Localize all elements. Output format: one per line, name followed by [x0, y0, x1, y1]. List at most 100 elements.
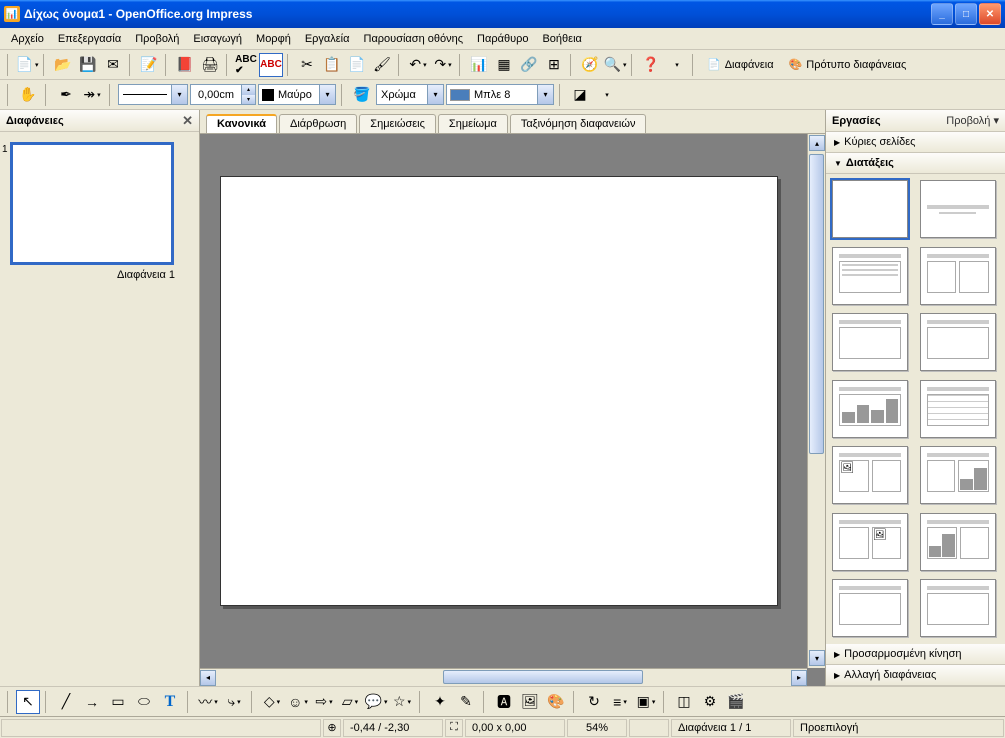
- gluepoints-tool[interactable]: ✎: [454, 690, 478, 714]
- fill-bucket-icon[interactable]: 🪣: [350, 83, 374, 107]
- fill-color-combo[interactable]: Μπλε 8 ▾: [446, 84, 554, 105]
- close-button[interactable]: ✕: [979, 3, 1001, 25]
- slide-button[interactable]: 📄Διαφάνεια: [700, 53, 781, 77]
- undo-button[interactable]: ↶▾: [406, 53, 430, 77]
- menu-tools[interactable]: Εργαλεία: [298, 31, 357, 47]
- tab-handout[interactable]: Σημείωμα: [438, 114, 508, 133]
- rotate-tool[interactable]: ↻: [582, 690, 606, 714]
- zoom-button[interactable]: 🔍▾: [603, 53, 627, 77]
- layout-object[interactable]: [920, 313, 996, 371]
- hyperlink-button[interactable]: 🔗: [517, 53, 541, 77]
- open-button[interactable]: 📂: [51, 53, 75, 77]
- curve-tool[interactable]: 〰▾: [196, 690, 220, 714]
- layout-more-1[interactable]: [832, 579, 908, 637]
- arrange-tool[interactable]: ▣▾: [634, 690, 658, 714]
- print-button[interactable]: 🖨: [198, 53, 222, 77]
- block-arrows-tool[interactable]: ⇨▾: [312, 690, 336, 714]
- interaction-tool[interactable]: ⚙: [698, 690, 722, 714]
- menu-view[interactable]: Προβολή: [128, 31, 186, 47]
- toolbar-more[interactable]: ▾: [594, 83, 618, 107]
- from-file-tool[interactable]: 🖼: [518, 690, 542, 714]
- new-button[interactable]: 📄▾: [15, 53, 39, 77]
- line-style-combo[interactable]: ▾: [118, 84, 188, 105]
- animation-tool[interactable]: 🎬: [724, 690, 748, 714]
- vertical-scrollbar[interactable]: ▴ ▾: [807, 134, 825, 668]
- grid-button[interactable]: ⊞: [542, 53, 566, 77]
- section-layouts[interactable]: Διατάξεις: [826, 153, 1005, 174]
- callout-tool[interactable]: 💬▾: [364, 690, 388, 714]
- autospellcheck-button[interactable]: ABC: [259, 53, 283, 77]
- cut-button[interactable]: ✂: [295, 53, 319, 77]
- menu-window[interactable]: Παράθυρο: [470, 31, 535, 47]
- slides-panel-close-icon[interactable]: ✕: [182, 113, 193, 129]
- shadow-button[interactable]: ◪: [568, 83, 592, 107]
- chart-button[interactable]: 📊: [467, 53, 491, 77]
- menu-edit[interactable]: Επεξεργασία: [51, 31, 128, 47]
- copy-button[interactable]: 📋: [320, 53, 344, 77]
- extrusion-tool[interactable]: ◫: [672, 690, 696, 714]
- section-master-pages[interactable]: Κύριες σελίδες: [826, 132, 1005, 153]
- navigator-button[interactable]: 🧭: [578, 53, 602, 77]
- dropdown-more[interactable]: ▾: [664, 53, 688, 77]
- layout-chart-text[interactable]: [920, 513, 996, 571]
- align-tool[interactable]: ≡▾: [608, 690, 632, 714]
- slide-thumbnail-1[interactable]: 1: [10, 142, 189, 265]
- arrow-tool[interactable]: →: [80, 690, 104, 714]
- text-tool[interactable]: T: [158, 690, 182, 714]
- redo-button[interactable]: ↷▾: [431, 53, 455, 77]
- fill-type-combo[interactable]: Χρώμα ▾: [376, 84, 444, 105]
- stars-tool[interactable]: ☆▾: [390, 690, 414, 714]
- select-tool[interactable]: ↖: [16, 690, 40, 714]
- arrow-end-button[interactable]: ↠▾: [80, 83, 104, 107]
- line-width-spinbox[interactable]: ▴▾: [190, 84, 256, 105]
- tasks-view-link[interactable]: Προβολή ▾: [946, 114, 999, 127]
- save-button[interactable]: 💾: [76, 53, 100, 77]
- pen-tool[interactable]: ✒: [54, 83, 78, 107]
- layout-blank[interactable]: [832, 180, 908, 238]
- layout-more-2[interactable]: [920, 579, 996, 637]
- edit-file-button[interactable]: 📝: [137, 53, 161, 77]
- export-pdf-button[interactable]: 📕: [173, 53, 197, 77]
- status-zoom[interactable]: 54%: [567, 719, 627, 737]
- ellipse-tool[interactable]: ⬭: [132, 690, 156, 714]
- fontwork-tool[interactable]: 🅰: [492, 690, 516, 714]
- layout-table[interactable]: [920, 380, 996, 438]
- table-button[interactable]: ▦: [492, 53, 516, 77]
- menu-help[interactable]: Βοήθεια: [535, 31, 588, 47]
- paste-button[interactable]: 📄: [345, 53, 369, 77]
- slide-canvas[interactable]: [220, 176, 778, 606]
- slide-editor[interactable]: ▴ ▾ ◂ ▸: [200, 134, 825, 686]
- points-tool[interactable]: ✦: [428, 690, 452, 714]
- layout-two-content[interactable]: [920, 247, 996, 305]
- tab-notes[interactable]: Σημειώσεις: [359, 114, 436, 133]
- spellcheck-button[interactable]: ABC✔: [234, 53, 258, 77]
- layout-content[interactable]: [832, 247, 908, 305]
- gallery-tool[interactable]: 🎨: [544, 690, 568, 714]
- layout-clipart-text[interactable]: 🖼: [832, 446, 908, 504]
- basic-shapes-tool[interactable]: ◇▾: [260, 690, 284, 714]
- horizontal-scrollbar[interactable]: ◂ ▸: [200, 668, 807, 686]
- tab-normal[interactable]: Κανονικά: [206, 114, 277, 133]
- layout-text-chart[interactable]: [920, 446, 996, 504]
- menu-format[interactable]: Μορφή: [249, 31, 298, 47]
- menu-file[interactable]: Αρχείο: [4, 31, 51, 47]
- minimize-button[interactable]: _: [931, 3, 953, 25]
- line-color-combo[interactable]: Μαύρο ▾: [258, 84, 336, 105]
- format-paintbrush-button[interactable]: 🖌: [370, 53, 394, 77]
- layout-title-only[interactable]: [832, 313, 908, 371]
- line-width-input[interactable]: [191, 85, 241, 104]
- help-button[interactable]: ❓: [639, 53, 663, 77]
- email-button[interactable]: ✉: [101, 53, 125, 77]
- tab-outline[interactable]: Διάρθρωση: [279, 114, 357, 133]
- layout-title[interactable]: [920, 180, 996, 238]
- rectangle-tool[interactable]: ▭: [106, 690, 130, 714]
- layout-text-clipart[interactable]: 🖼: [832, 513, 908, 571]
- restore-button[interactable]: □: [955, 3, 977, 25]
- menu-slideshow[interactable]: Παρουσίαση οθόνης: [357, 31, 471, 47]
- menu-insert[interactable]: Εισαγωγή: [186, 31, 249, 47]
- slide-template-button[interactable]: 🎨Πρότυπο διαφάνειας: [782, 53, 914, 77]
- line-tool[interactable]: ╱: [54, 690, 78, 714]
- section-slide-transition[interactable]: Αλλαγή διαφάνειας: [826, 665, 1005, 686]
- symbol-shapes-tool[interactable]: ☺▾: [286, 690, 310, 714]
- pointer-tool[interactable]: ✋: [16, 83, 40, 107]
